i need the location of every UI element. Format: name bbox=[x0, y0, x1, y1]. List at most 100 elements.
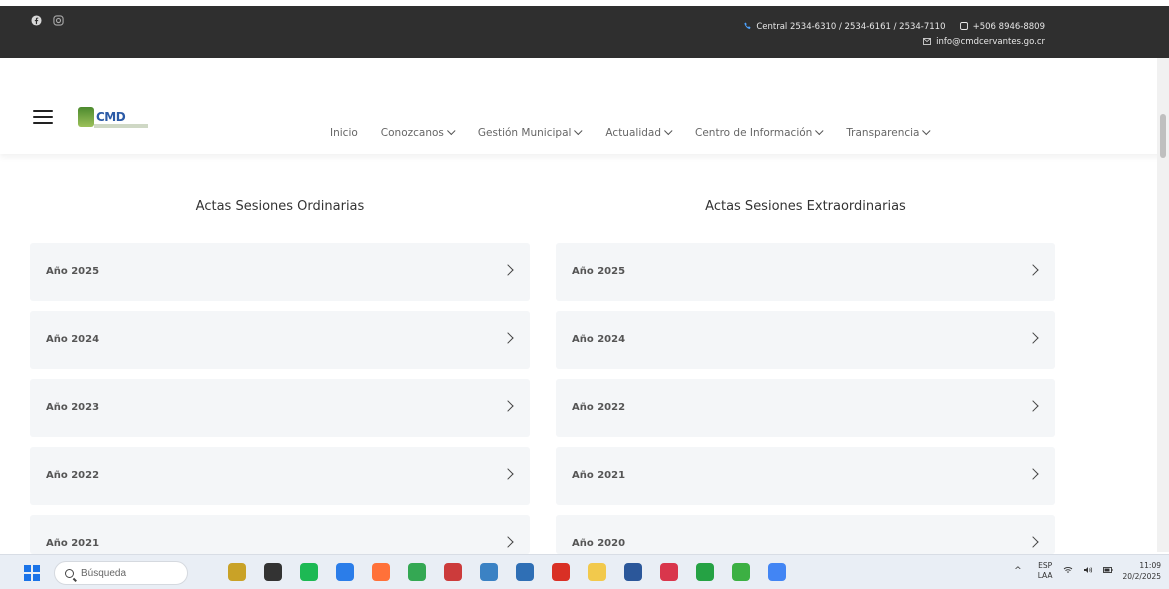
section-title-ordinarias: Actas Sesiones Ordinarias bbox=[195, 199, 365, 214]
accordion-item-ordinarias[interactable]: Año 2025 bbox=[30, 243, 530, 301]
taskbar-app-icon[interactable] bbox=[228, 563, 246, 581]
main-nav: Inicio Conozcanos Gestión Municipal Actu… bbox=[330, 126, 953, 139]
taskbar-app-icon[interactable] bbox=[336, 563, 354, 581]
accordion-label: Año 2022 bbox=[572, 402, 626, 413]
accordion-item-extraordinarias[interactable]: Año 2024 bbox=[556, 311, 1055, 369]
clock[interactable]: 11:09 20/2/2025 bbox=[1123, 560, 1161, 582]
site-logo[interactable]: CMD bbox=[78, 106, 148, 128]
chevron-right-icon bbox=[502, 264, 514, 276]
nav-item-centro-de-informacion[interactable]: Centro de Información bbox=[695, 126, 824, 139]
nav-label: Actualidad bbox=[605, 127, 661, 139]
whatsapp-icon bbox=[959, 21, 968, 30]
chevron-right-icon bbox=[1027, 332, 1039, 344]
taskbar-app-icon[interactable] bbox=[660, 563, 678, 581]
accordion-label: Año 2024 bbox=[46, 334, 100, 345]
chevron-right-icon bbox=[1027, 264, 1039, 276]
taskbar-app-icon[interactable] bbox=[480, 563, 498, 581]
taskbar-app-icon[interactable] bbox=[624, 563, 642, 581]
top-contact-bar: Central 2534-6310 / 2534-6161 / 2534-711… bbox=[0, 6, 1169, 58]
nav-label: Gestión Municipal bbox=[477, 127, 572, 139]
nav-label: Centro de Información bbox=[695, 127, 813, 139]
taskbar-app-icon[interactable] bbox=[696, 563, 714, 581]
chevron-right-icon bbox=[502, 536, 514, 548]
mail-icon bbox=[923, 36, 932, 45]
whatsapp-line[interactable]: +506 8946-8809 bbox=[973, 22, 1045, 32]
hamburger-menu-icon[interactable] bbox=[33, 110, 53, 124]
scrollbar-thumb[interactable] bbox=[1160, 114, 1166, 158]
chevron-right-icon bbox=[502, 332, 514, 344]
windows-start-icon[interactable] bbox=[24, 565, 40, 581]
logo-subtitle-bar bbox=[94, 124, 148, 128]
accordion-label: Año 2022 bbox=[46, 470, 100, 481]
nav-label: Transparencia bbox=[846, 127, 920, 139]
chevron-down-icon bbox=[815, 126, 824, 136]
chevron-right-icon bbox=[1027, 468, 1039, 480]
accordion-item-extraordinarias[interactable]: Año 2022 bbox=[556, 379, 1055, 437]
volume-icon[interactable] bbox=[1083, 566, 1093, 577]
contact-email-row: info@cmdcervantes.go.cr bbox=[744, 35, 1045, 50]
system-tray: ^ ESP LAA 11:09 20/2/2025 bbox=[1014, 560, 1161, 582]
search-icon bbox=[65, 568, 74, 578]
taskbar-search[interactable]: Búsqueda bbox=[54, 561, 188, 585]
taskbar-app-icon[interactable] bbox=[552, 563, 570, 581]
chevron-down-icon bbox=[446, 126, 456, 136]
logo-text: CMD bbox=[96, 110, 126, 124]
taskbar-apps bbox=[228, 563, 786, 581]
social-links bbox=[30, 14, 64, 26]
clock-date: 20/2/2025 bbox=[1122, 572, 1161, 581]
wifi-icon[interactable] bbox=[1063, 566, 1073, 577]
accordion-label: Año 2021 bbox=[572, 470, 626, 481]
section-title-extraordinarias: Actas Sesiones Extraordinarias bbox=[705, 199, 906, 214]
language-indicator[interactable]: ESP LAA bbox=[1038, 561, 1053, 581]
instagram-icon[interactable] bbox=[52, 14, 64, 26]
nav-label: Inicio bbox=[330, 127, 358, 139]
taskbar-app-icon[interactable] bbox=[588, 563, 606, 581]
chevron-right-icon bbox=[502, 468, 514, 480]
accordion-label: Año 2021 bbox=[46, 538, 100, 549]
nav-item-actualidad[interactable]: Actualidad bbox=[605, 126, 673, 139]
nav-item-inicio[interactable]: Inicio bbox=[330, 127, 358, 139]
email-line[interactable]: info@cmdcervantes.go.cr bbox=[936, 37, 1045, 47]
nav-item-transparencia[interactable]: Transparencia bbox=[846, 126, 932, 139]
nav-label: Conozcanos bbox=[380, 127, 444, 139]
facebook-icon[interactable] bbox=[30, 14, 42, 26]
chevron-down-icon bbox=[664, 126, 673, 136]
taskbar-app-icon[interactable] bbox=[264, 563, 282, 581]
contact-phone-row: Central 2534-6310 / 2534-6161 / 2534-711… bbox=[744, 20, 1045, 35]
nav-item-gestion-municipal[interactable]: Gestión Municipal bbox=[477, 126, 583, 139]
taskbar-app-icon[interactable] bbox=[516, 563, 534, 581]
chevron-right-icon bbox=[1027, 400, 1039, 412]
accordion-label: Año 2025 bbox=[572, 266, 626, 277]
battery-icon[interactable] bbox=[1102, 566, 1113, 577]
taskbar-app-icon[interactable] bbox=[732, 563, 750, 581]
taskbar-app-icon[interactable] bbox=[408, 563, 426, 581]
accordion-label: Año 2023 bbox=[46, 402, 100, 413]
accordion-item-ordinarias[interactable]: Año 2023 bbox=[30, 379, 530, 437]
taskbar-app-icon[interactable] bbox=[300, 563, 318, 581]
accordion-item-ordinarias[interactable]: Año 2024 bbox=[30, 311, 530, 369]
accordion-item-extraordinarias[interactable]: Año 2021 bbox=[556, 447, 1055, 505]
phone-icon bbox=[744, 21, 752, 29]
site-header: CMD Inicio Conozcanos Gestión Municipal … bbox=[0, 58, 1169, 154]
taskbar-search-placeholder: Búsqueda bbox=[81, 567, 127, 579]
chevron-right-icon bbox=[1027, 536, 1039, 548]
accordion-item-ordinarias[interactable]: Año 2021 bbox=[30, 515, 530, 554]
accordion-item-extraordinarias[interactable]: Año 2020 bbox=[556, 515, 1055, 554]
taskbar-app-icon[interactable] bbox=[372, 563, 390, 581]
nav-item-conozcanos[interactable]: Conozcanos bbox=[380, 126, 456, 139]
taskbar-app-icon[interactable] bbox=[768, 563, 786, 581]
accordion-label: Año 2025 bbox=[46, 266, 100, 277]
chevron-up-icon[interactable]: ^ bbox=[1014, 566, 1022, 576]
taskbar-app-icon[interactable] bbox=[444, 563, 462, 581]
accordion-item-extraordinarias[interactable]: Año 2025 bbox=[556, 243, 1055, 301]
accordion-label: Año 2020 bbox=[572, 538, 626, 549]
contact-info: Central 2534-6310 / 2534-6161 / 2534-711… bbox=[744, 20, 1045, 50]
chevron-right-icon bbox=[502, 400, 514, 412]
logo-emblem bbox=[78, 107, 94, 127]
phone-line[interactable]: Central 2534-6310 / 2534-6161 / 2534-711… bbox=[756, 22, 945, 32]
clock-time: 11:09 bbox=[1139, 561, 1161, 570]
language-sub: LAA bbox=[1037, 571, 1053, 580]
chevron-down-icon bbox=[574, 126, 583, 136]
accordion-item-ordinarias[interactable]: Año 2022 bbox=[30, 447, 530, 505]
page-scrollbar[interactable] bbox=[1157, 58, 1169, 552]
